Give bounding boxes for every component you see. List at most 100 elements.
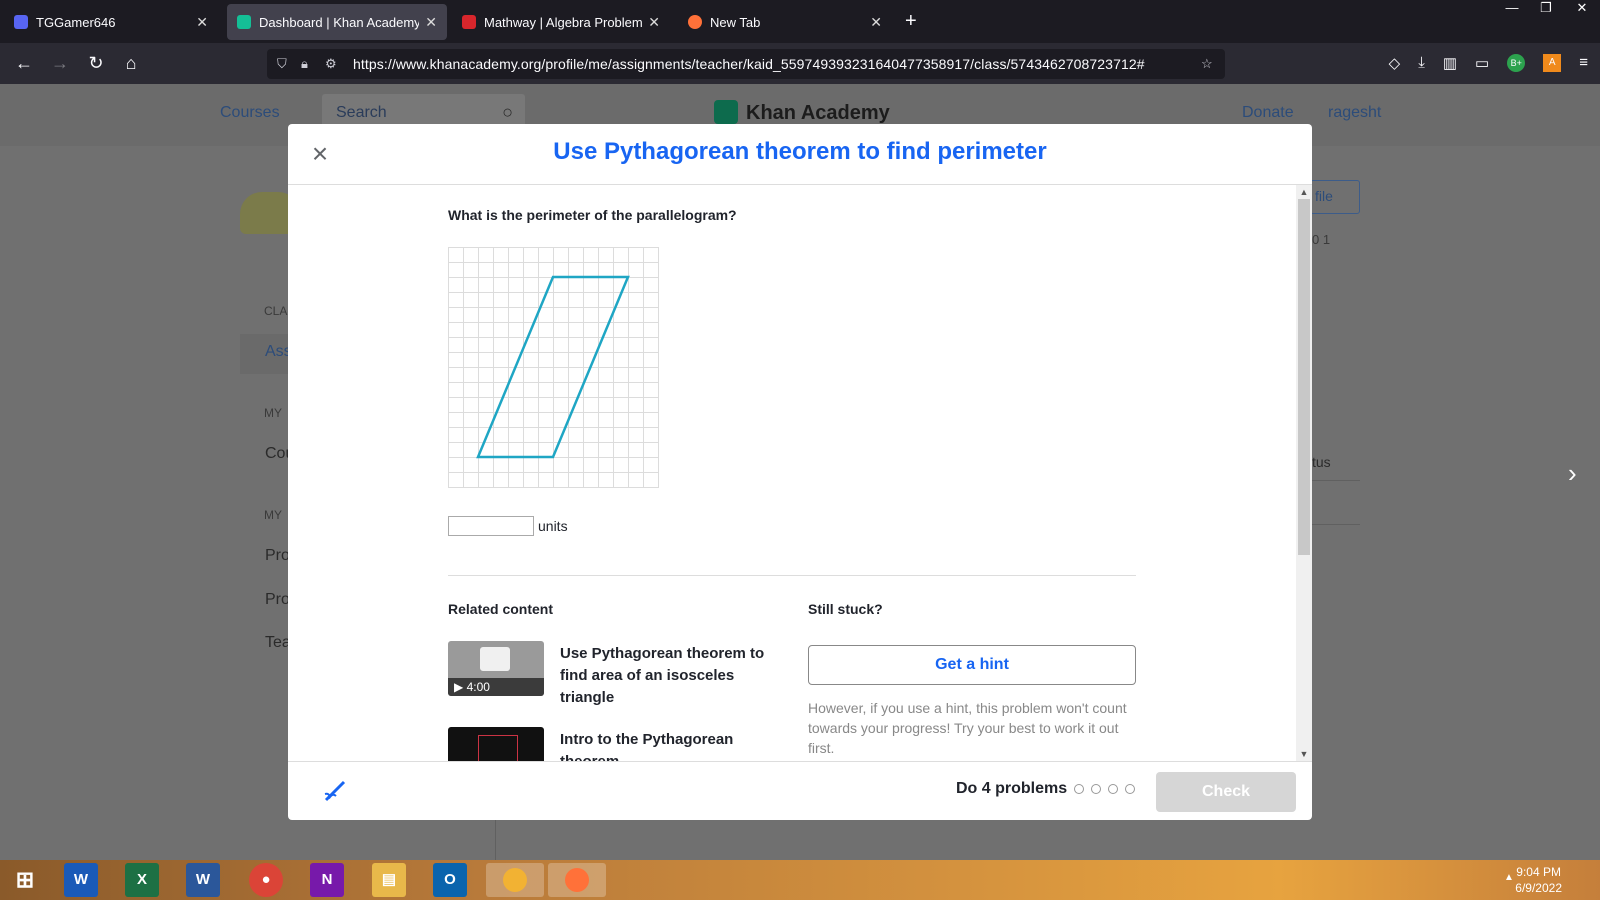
side-heading: MY	[264, 508, 282, 522]
modal-scrollbar[interactable]: ▲ ▼	[1296, 185, 1312, 761]
library-icon[interactable]: ▥	[1443, 54, 1457, 72]
url-text[interactable]: https://www.khanacademy.org/profile/me/a…	[353, 56, 1145, 72]
chalkboard-icon	[478, 735, 518, 761]
shield-icon[interactable]: ⛉	[277, 57, 291, 71]
word-icon[interactable]: W	[186, 863, 220, 897]
video-duration: ▶ 4:00	[448, 678, 544, 696]
close-tab-icon[interactable]: ✕	[425, 14, 437, 31]
windows-start-icon[interactable]: ⊞	[8, 863, 42, 897]
home-icon[interactable]: ⌂	[119, 51, 143, 75]
modal-title: Use Pythagorean theorem to find perimete…	[553, 138, 1047, 165]
modal-header: × Use Pythagorean theorem to find perime…	[288, 124, 1312, 185]
progress-dots	[1074, 784, 1135, 794]
mathway-icon	[462, 15, 476, 29]
firefox-icon	[565, 868, 589, 892]
video-thumbnail[interactable]: ▶ 4:00	[448, 641, 544, 696]
clock-date: 6/9/2022	[1515, 881, 1562, 895]
close-tab-icon[interactable]: ✕	[870, 14, 882, 31]
show-hidden-icons-icon[interactable]: ▲	[1504, 872, 1514, 883]
toolbar-icons: ◇ ⤓ ▥ ▭ B+ A ≡	[1389, 54, 1588, 72]
do-problems-label: Do 4 problems	[956, 780, 1068, 797]
khan-logo-text: Khan Academy	[746, 102, 890, 124]
edit-profile-button: file	[1310, 180, 1360, 214]
video-thumbnail[interactable]	[448, 727, 544, 761]
edit-profile-label: file	[1315, 188, 1333, 204]
clock-time: 9:04 PM	[1516, 865, 1561, 879]
modal-body: What is the perimeter of the parallelogr…	[288, 185, 1312, 761]
menu-icon[interactable]: ≡	[1579, 54, 1588, 72]
url-bar[interactable]: ⛉ 🔒︎ ⚙ https://www.khanacademy.org/profi…	[267, 49, 1225, 79]
minimize-icon[interactable]: —	[1496, 0, 1528, 20]
new-tab-icon[interactable]: +	[905, 10, 917, 33]
app-icon	[503, 868, 527, 892]
answer-row: units	[448, 516, 568, 536]
get-hint-button[interactable]: Get a hint	[808, 645, 1136, 685]
hint-warning-text: However, if you use a hint, this problem…	[808, 700, 1127, 756]
tab-tggamer646[interactable]: TGGamer646 ✕	[4, 4, 218, 40]
related-video-card[interactable]: ▶ 4:00 Use Pythagorean theorem to find a…	[448, 641, 778, 706]
pocket-icon[interactable]: ◇	[1389, 54, 1401, 72]
onenote-icon[interactable]: N	[310, 863, 344, 897]
badge-counts: 0 1	[1312, 232, 1331, 247]
progress-dot	[1074, 784, 1084, 794]
scrollbar-thumb[interactable]	[1298, 199, 1310, 555]
side-heading: MY	[264, 406, 282, 420]
outlook-icon[interactable]: O	[433, 863, 467, 897]
back-icon[interactable]: ←	[12, 51, 36, 75]
word-doc-icon[interactable]: W	[64, 863, 98, 897]
scratchpad-icon[interactable]	[322, 778, 348, 804]
related-video-title[interactable]: Intro to the Pythagorean theorem	[560, 729, 780, 761]
tab-title: Dashboard | Khan Academy	[259, 14, 420, 30]
close-tab-icon[interactable]: ✕	[196, 14, 208, 31]
scroll-up-icon[interactable]: ▲	[1296, 185, 1312, 199]
taskbar-app-active[interactable]	[486, 863, 544, 897]
forward-icon[interactable]: →	[48, 51, 72, 75]
restore-icon[interactable]: ❐	[1530, 0, 1562, 20]
tab-title: New Tab	[710, 14, 761, 30]
file-explorer-icon[interactable]: ▤	[372, 863, 406, 897]
tab-new-tab[interactable]: New Tab ✕	[678, 4, 892, 40]
exercise-modal: × Use Pythagorean theorem to find perime…	[288, 124, 1312, 820]
permissions-icon[interactable]: ⚙	[325, 57, 339, 71]
modal-footer: Do 4 problems Check	[288, 761, 1312, 820]
sidebar-icon[interactable]: ▭	[1475, 54, 1489, 72]
video-camera-icon	[480, 647, 510, 671]
system-clock[interactable]: 9:04 PM 6/9/2022	[1515, 864, 1562, 896]
chevron-right-icon[interactable]: ›	[1568, 458, 1577, 489]
side-item-progress: Pro	[265, 591, 290, 608]
search-icon: ○	[502, 102, 513, 122]
side-heading: CLA	[264, 304, 288, 318]
extension-a-icon[interactable]: A	[1543, 54, 1562, 72]
chrome-icon[interactable]: ●	[249, 863, 283, 897]
lock-icon[interactable]: 🔒︎	[301, 57, 315, 71]
close-tab-icon[interactable]: ✕	[648, 14, 660, 31]
scroll-down-icon[interactable]: ▼	[1296, 747, 1312, 761]
play-icon: ▶	[454, 680, 467, 694]
discord-icon	[14, 15, 28, 29]
tab-title: Mathway | Algebra Problem Sol	[484, 14, 643, 30]
side-item-teacher: Tea	[265, 634, 291, 651]
check-button[interactable]: Check	[1156, 772, 1296, 812]
bookmark-star-icon[interactable]: ☆	[1201, 57, 1215, 71]
related-video-card[interactable]: Intro to the Pythagorean theorem	[448, 727, 778, 761]
tab-mathway[interactable]: Mathway | Algebra Problem Sol ✕	[452, 4, 670, 40]
khan-logo-icon	[714, 100, 738, 124]
section-divider	[448, 575, 1136, 576]
reload-icon[interactable]: ↻	[84, 51, 108, 75]
taskbar-firefox-active[interactable]	[548, 863, 606, 897]
question-text: What is the perimeter of the parallelogr…	[448, 207, 737, 223]
progress-dot	[1125, 784, 1135, 794]
progress-dot	[1091, 784, 1101, 794]
extension-grade-icon[interactable]: B+	[1507, 54, 1526, 72]
close-window-icon[interactable]: ✕	[1566, 0, 1598, 20]
answer-input[interactable]	[448, 516, 534, 536]
still-stuck-heading: Still stuck?	[808, 601, 883, 617]
duration-text: 4:00	[466, 680, 490, 694]
progress-dot	[1108, 784, 1118, 794]
excel-icon[interactable]: X	[125, 863, 159, 897]
tab-dashboard[interactable]: Dashboard | Khan Academy ✕	[227, 4, 447, 40]
search-placeholder: Search	[336, 104, 387, 121]
downloads-icon[interactable]: ⤓	[1418, 54, 1425, 72]
related-video-title[interactable]: Use Pythagorean theorem to find area of …	[560, 643, 780, 709]
courses-menu: Courses	[220, 104, 280, 121]
